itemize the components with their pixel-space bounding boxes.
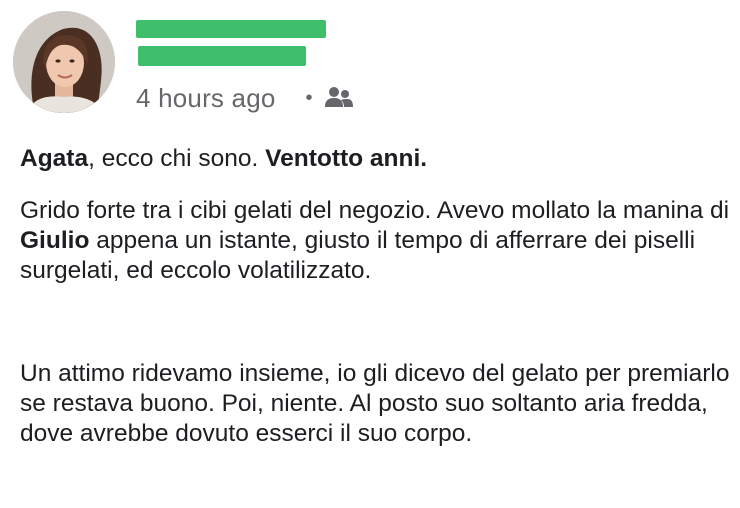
headline-name: Agata [20, 145, 89, 172]
post-paragraph-2: Un attimo ridevamo insieme, io gli dicev… [20, 360, 730, 447]
post-paragraph-1: Grido forte tra i cibi gelati del negozi… [20, 196, 732, 286]
paragraph1-part1: Grido forte tra i cibi gelati del negozi… [20, 197, 730, 224]
paragraph1-part2: appena un istante, giusto il tempo di af… [20, 227, 696, 284]
headline-age: Ventotto anni. [265, 145, 428, 172]
post-meta: 4 hours ago • [136, 82, 355, 114]
avatar-photo [13, 11, 115, 113]
profile-avatar[interactable] [13, 11, 115, 113]
headline-middle: , ecco chi sono. [88, 145, 266, 172]
redaction-bar-top [136, 20, 326, 38]
redaction-bar-bottom [138, 46, 306, 66]
paragraph1-name: Giulio [20, 227, 90, 254]
friends-icon[interactable] [323, 85, 355, 111]
post: 4 hours ago • Agata, ecco chi sono. Vent… [0, 0, 740, 508]
post-headline: Agata, ecco chi sono. Ventotto anni. [20, 143, 730, 175]
post-timestamp[interactable]: 4 hours ago [136, 83, 276, 114]
meta-separator: • [305, 87, 313, 109]
redacted-author-name[interactable] [136, 20, 328, 72]
